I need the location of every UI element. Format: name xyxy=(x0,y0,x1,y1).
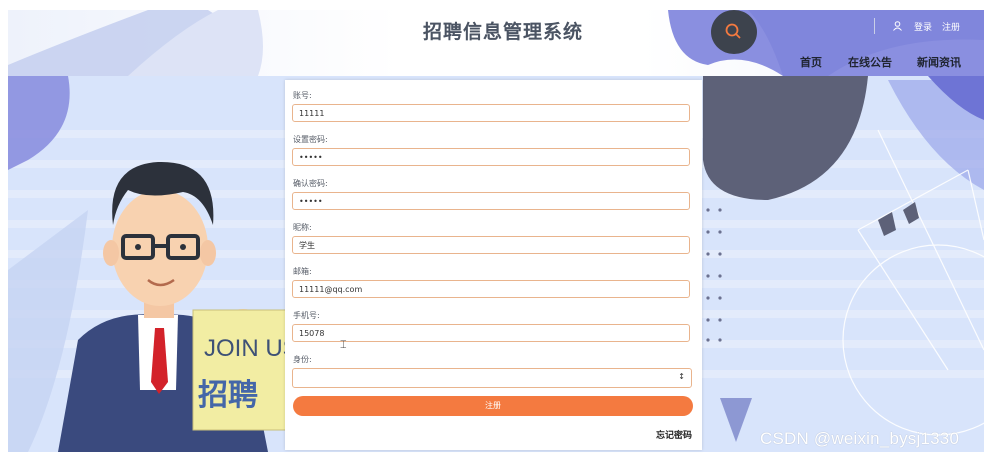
confirm-password-label: 确认密码: xyxy=(293,179,328,188)
watermark: CSDN @weixin_bysj1330 xyxy=(760,429,960,448)
search-button[interactable] xyxy=(711,10,757,54)
nickname-input[interactable]: 学生 xyxy=(292,236,690,254)
account-label: 账号: xyxy=(293,91,312,100)
role-select[interactable]: ↕ xyxy=(292,368,692,388)
password-input[interactable]: ••••• xyxy=(292,148,690,166)
auth-links: 登录 注册 xyxy=(874,18,960,34)
email-label: 邮箱: xyxy=(293,267,312,276)
login-link[interactable]: 登录 xyxy=(914,20,932,33)
user-icon xyxy=(893,21,902,31)
sign-recruit: 招聘 xyxy=(198,378,258,413)
register-button[interactable]: 注册 xyxy=(293,396,693,416)
forgot-password-link[interactable]: 忘记密码 xyxy=(656,428,692,441)
nav-home[interactable]: 首页 xyxy=(800,54,822,70)
account-input[interactable]: 11111 xyxy=(292,104,690,122)
select-arrows-icon: ↕ xyxy=(678,372,685,381)
phone-label: 手机号: xyxy=(293,311,320,320)
nav-news[interactable]: 新闻资讯 xyxy=(917,54,961,70)
password-label: 设置密码: xyxy=(293,135,328,144)
search-icon xyxy=(725,23,741,39)
text-cursor-icon: ⌶ xyxy=(340,338,347,351)
phone-input[interactable]: 15078 xyxy=(292,324,690,342)
top-header: 招聘信息管理系统 登录 注册 首页 在线公告 新闻资讯 xyxy=(8,10,984,76)
role-label: 身份: xyxy=(293,355,312,364)
nav-announcements[interactable]: 在线公告 xyxy=(848,54,892,70)
email-input[interactable]: 11111@qq.com xyxy=(292,280,690,298)
page-title: 招聘信息管理系统 xyxy=(422,21,583,43)
confirm-password-input[interactable]: ••••• xyxy=(292,192,690,210)
register-form: 账号: 11111 设置密码: ••••• 确认密码: ••••• 昵称: 学生… xyxy=(285,80,702,450)
nickname-label: 昵称: xyxy=(293,223,312,232)
register-link[interactable]: 注册 xyxy=(942,20,960,33)
